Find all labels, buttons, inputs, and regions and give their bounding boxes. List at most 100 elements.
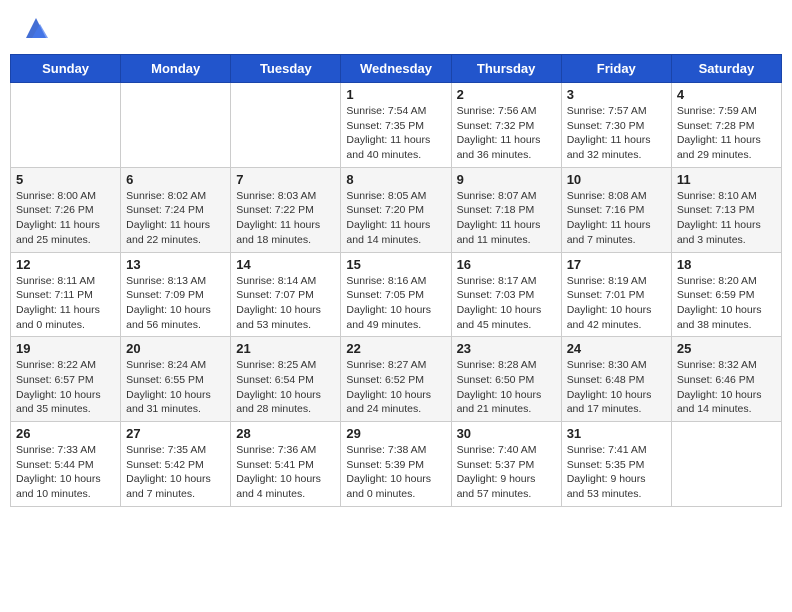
calendar-cell: 4 Sunrise: 7:59 AM Sunset: 7:28 PM Daylig… (671, 83, 781, 168)
day-number: 18 (677, 257, 776, 272)
day-info: Sunrise: 7:57 AM Sunset: 7:30 PM Dayligh… (567, 104, 666, 163)
day-number: 7 (236, 172, 335, 187)
day-number: 30 (457, 426, 556, 441)
day-number: 17 (567, 257, 666, 272)
calendar-cell (121, 83, 231, 168)
day-info: Sunrise: 8:30 AM Sunset: 6:48 PM Dayligh… (567, 358, 666, 417)
calendar-cell: 3 Sunrise: 7:57 AM Sunset: 7:30 PM Daylig… (561, 83, 671, 168)
calendar-cell: 24 Sunrise: 8:30 AM Sunset: 6:48 PM Dayli… (561, 337, 671, 422)
day-number: 15 (346, 257, 445, 272)
day-info: Sunrise: 8:13 AM Sunset: 7:09 PM Dayligh… (126, 274, 225, 333)
day-info: Sunrise: 8:17 AM Sunset: 7:03 PM Dayligh… (457, 274, 556, 333)
calendar-week-row: 26 Sunrise: 7:33 AM Sunset: 5:44 PM Dayli… (11, 422, 782, 507)
day-number: 13 (126, 257, 225, 272)
column-header-friday: Friday (561, 55, 671, 83)
day-info: Sunrise: 8:05 AM Sunset: 7:20 PM Dayligh… (346, 189, 445, 248)
day-number: 26 (16, 426, 115, 441)
day-info: Sunrise: 8:25 AM Sunset: 6:54 PM Dayligh… (236, 358, 335, 417)
calendar-cell: 12 Sunrise: 8:11 AM Sunset: 7:11 PM Dayli… (11, 252, 121, 337)
calendar-cell: 22 Sunrise: 8:27 AM Sunset: 6:52 PM Dayli… (341, 337, 451, 422)
day-info: Sunrise: 8:02 AM Sunset: 7:24 PM Dayligh… (126, 189, 225, 248)
calendar-cell: 10Sunrise: 8:08 AM Sunset: 7:16 PM Dayli… (561, 167, 671, 252)
day-number: 9 (457, 172, 556, 187)
day-number: 24 (567, 341, 666, 356)
calendar-cell (671, 422, 781, 507)
day-number: 14 (236, 257, 335, 272)
day-info: Sunrise: 7:40 AM Sunset: 5:37 PM Dayligh… (457, 443, 556, 502)
day-info: Sunrise: 8:32 AM Sunset: 6:46 PM Dayligh… (677, 358, 776, 417)
calendar-cell: 26 Sunrise: 7:33 AM Sunset: 5:44 PM Dayli… (11, 422, 121, 507)
calendar-week-row: 19 Sunrise: 8:22 AM Sunset: 6:57 PM Dayli… (11, 337, 782, 422)
calendar-cell: 8 Sunrise: 8:05 AM Sunset: 7:20 PM Daylig… (341, 167, 451, 252)
calendar-cell: 5Sunrise: 8:00 AM Sunset: 7:26 PM Daylig… (11, 167, 121, 252)
calendar-cell: 27 Sunrise: 7:35 AM Sunset: 5:42 PM Dayli… (121, 422, 231, 507)
calendar-cell: 20Sunrise: 8:24 AM Sunset: 6:55 PM Dayli… (121, 337, 231, 422)
calendar-week-row: 12 Sunrise: 8:11 AM Sunset: 7:11 PM Dayli… (11, 252, 782, 337)
calendar-table: SundayMondayTuesdayWednesdayThursdayFrid… (10, 54, 782, 507)
day-number: 16 (457, 257, 556, 272)
calendar-week-row: 1 Sunrise: 7:54 AM Sunset: 7:35 PM Daylig… (11, 83, 782, 168)
calendar-cell: 30 Sunrise: 7:40 AM Sunset: 5:37 PM Dayli… (451, 422, 561, 507)
day-number: 2 (457, 87, 556, 102)
day-info: Sunrise: 7:33 AM Sunset: 5:44 PM Dayligh… (16, 443, 115, 502)
day-info: Sunrise: 8:10 AM Sunset: 7:13 PM Dayligh… (677, 189, 776, 248)
calendar-cell: 25 Sunrise: 8:32 AM Sunset: 6:46 PM Dayli… (671, 337, 781, 422)
day-info: Sunrise: 8:20 AM Sunset: 6:59 PM Dayligh… (677, 274, 776, 333)
day-info: Sunrise: 8:03 AM Sunset: 7:22 PM Dayligh… (236, 189, 335, 248)
day-number: 1 (346, 87, 445, 102)
calendar-cell: 1 Sunrise: 7:54 AM Sunset: 7:35 PM Daylig… (341, 83, 451, 168)
day-number: 25 (677, 341, 776, 356)
day-number: 29 (346, 426, 445, 441)
calendar-cell (231, 83, 341, 168)
calendar-cell: 6Sunrise: 8:02 AM Sunset: 7:24 PM Daylig… (121, 167, 231, 252)
day-number: 22 (346, 341, 445, 356)
column-header-thursday: Thursday (451, 55, 561, 83)
calendar-cell: 28 Sunrise: 7:36 AM Sunset: 5:41 PM Dayli… (231, 422, 341, 507)
page-header (10, 10, 782, 46)
day-info: Sunrise: 7:36 AM Sunset: 5:41 PM Dayligh… (236, 443, 335, 502)
day-info: Sunrise: 7:56 AM Sunset: 7:32 PM Dayligh… (457, 104, 556, 163)
day-number: 3 (567, 87, 666, 102)
day-number: 20 (126, 341, 225, 356)
day-number: 4 (677, 87, 776, 102)
day-info: Sunrise: 8:16 AM Sunset: 7:05 PM Dayligh… (346, 274, 445, 333)
calendar-cell: 16 Sunrise: 8:17 AM Sunset: 7:03 PM Dayli… (451, 252, 561, 337)
day-number: 23 (457, 341, 556, 356)
day-number: 27 (126, 426, 225, 441)
calendar-cell: 13 Sunrise: 8:13 AM Sunset: 7:09 PM Dayli… (121, 252, 231, 337)
day-number: 19 (16, 341, 115, 356)
calendar-cell: 31Sunrise: 7:41 AM Sunset: 5:35 PM Dayli… (561, 422, 671, 507)
calendar-cell: 11 Sunrise: 8:10 AM Sunset: 7:13 PM Dayli… (671, 167, 781, 252)
day-info: Sunrise: 8:22 AM Sunset: 6:57 PM Dayligh… (16, 358, 115, 417)
day-info: Sunrise: 8:07 AM Sunset: 7:18 PM Dayligh… (457, 189, 556, 248)
day-number: 12 (16, 257, 115, 272)
calendar-cell: 23Sunrise: 8:28 AM Sunset: 6:50 PM Dayli… (451, 337, 561, 422)
day-info: Sunrise: 7:59 AM Sunset: 7:28 PM Dayligh… (677, 104, 776, 163)
calendar-cell: 2 Sunrise: 7:56 AM Sunset: 7:32 PM Daylig… (451, 83, 561, 168)
day-info: Sunrise: 7:35 AM Sunset: 5:42 PM Dayligh… (126, 443, 225, 502)
day-info: Sunrise: 8:00 AM Sunset: 7:26 PM Dayligh… (16, 189, 115, 248)
day-info: Sunrise: 8:27 AM Sunset: 6:52 PM Dayligh… (346, 358, 445, 417)
day-info: Sunrise: 7:54 AM Sunset: 7:35 PM Dayligh… (346, 104, 445, 163)
column-header-tuesday: Tuesday (231, 55, 341, 83)
calendar-cell: 14 Sunrise: 8:14 AM Sunset: 7:07 PM Dayli… (231, 252, 341, 337)
day-number: 21 (236, 341, 335, 356)
day-number: 8 (346, 172, 445, 187)
calendar-cell: 7 Sunrise: 8:03 AM Sunset: 7:22 PM Daylig… (231, 167, 341, 252)
logo (18, 14, 50, 42)
day-info: Sunrise: 8:14 AM Sunset: 7:07 PM Dayligh… (236, 274, 335, 333)
day-number: 11 (677, 172, 776, 187)
calendar-cell (11, 83, 121, 168)
day-info: Sunrise: 7:38 AM Sunset: 5:39 PM Dayligh… (346, 443, 445, 502)
day-info: Sunrise: 8:19 AM Sunset: 7:01 PM Dayligh… (567, 274, 666, 333)
calendar-cell: 17 Sunrise: 8:19 AM Sunset: 7:01 PM Dayli… (561, 252, 671, 337)
day-info: Sunrise: 7:41 AM Sunset: 5:35 PM Dayligh… (567, 443, 666, 502)
calendar-cell: 19 Sunrise: 8:22 AM Sunset: 6:57 PM Dayli… (11, 337, 121, 422)
day-info: Sunrise: 8:11 AM Sunset: 7:11 PM Dayligh… (16, 274, 115, 333)
logo-icon (22, 14, 50, 42)
day-number: 28 (236, 426, 335, 441)
day-info: Sunrise: 8:08 AM Sunset: 7:16 PM Dayligh… (567, 189, 666, 248)
column-header-wednesday: Wednesday (341, 55, 451, 83)
column-header-saturday: Saturday (671, 55, 781, 83)
calendar-header-row: SundayMondayTuesdayWednesdayThursdayFrid… (11, 55, 782, 83)
